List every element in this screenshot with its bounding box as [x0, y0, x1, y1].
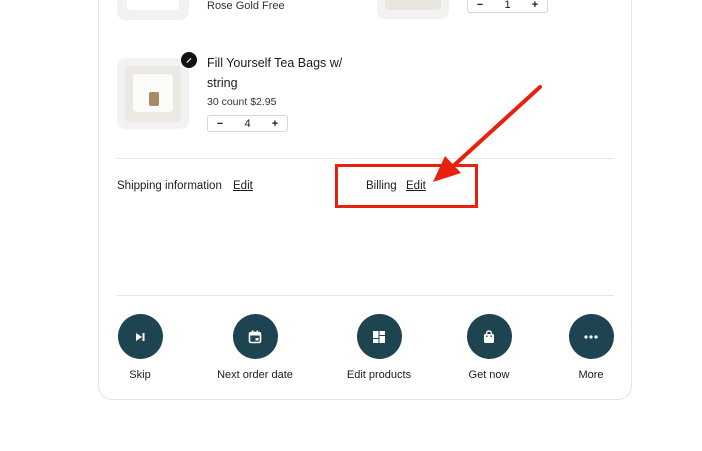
- action-get-now[interactable]: Get now: [439, 314, 539, 381]
- edit-products-button[interactable]: [356, 314, 402, 359]
- next-order-date-label: Next order date: [217, 369, 293, 381]
- get-now-label: Get now: [468, 369, 510, 381]
- quantity-stepper-2: − 1 +: [467, 0, 548, 13]
- skip-icon: [136, 332, 145, 341]
- skip-label: Skip: [129, 369, 151, 381]
- divider-bottom: [117, 295, 614, 296]
- action-skip[interactable]: Skip: [90, 314, 190, 381]
- annotation-highlight-box: [335, 164, 478, 208]
- increase-quantity-button[interactable]: +: [263, 118, 287, 130]
- more-label: More: [578, 369, 604, 381]
- more-button[interactable]: [568, 314, 614, 359]
- decrease-quantity-button[interactable]: −: [468, 0, 492, 11]
- quantity-value: 4: [244, 117, 251, 130]
- skip-button[interactable]: [117, 314, 163, 359]
- edit-products-label: Edit products: [346, 369, 412, 381]
- next-order-date-button[interactable]: [232, 314, 278, 359]
- quantity-value: 1: [504, 0, 511, 11]
- product-image-1[interactable]: [117, 0, 189, 20]
- product-variant-1: Rose Gold Free: [207, 0, 285, 12]
- product-image-tea-bags[interactable]: [117, 58, 189, 129]
- action-next-order-date[interactable]: Next order date: [205, 314, 305, 381]
- quantity-stepper-tea-bags: − 4 +: [207, 115, 288, 132]
- product-title-line2: string: [207, 76, 238, 90]
- action-more[interactable]: More: [541, 314, 641, 381]
- shipping-edit-link[interactable]: Edit: [233, 180, 253, 192]
- dashboard-icon: [373, 330, 385, 343]
- more-options-icon: [584, 334, 598, 339]
- product-title-line1: Fill Yourself Tea Bags w/: [207, 56, 343, 70]
- divider-top: [117, 158, 614, 159]
- increase-quantity-button[interactable]: +: [523, 0, 547, 11]
- product-details: 30 count $2.95: [207, 96, 277, 108]
- shopping-bag-icon: [484, 329, 494, 343]
- calendar-icon: [248, 330, 262, 343]
- get-now-button[interactable]: [466, 314, 512, 359]
- action-edit-products[interactable]: Edit products: [329, 314, 429, 381]
- edit-item-icon[interactable]: [181, 52, 197, 68]
- decrease-quantity-button[interactable]: −: [208, 118, 232, 130]
- shipping-label: Shipping information: [117, 180, 222, 192]
- product-image-2[interactable]: [377, 0, 449, 19]
